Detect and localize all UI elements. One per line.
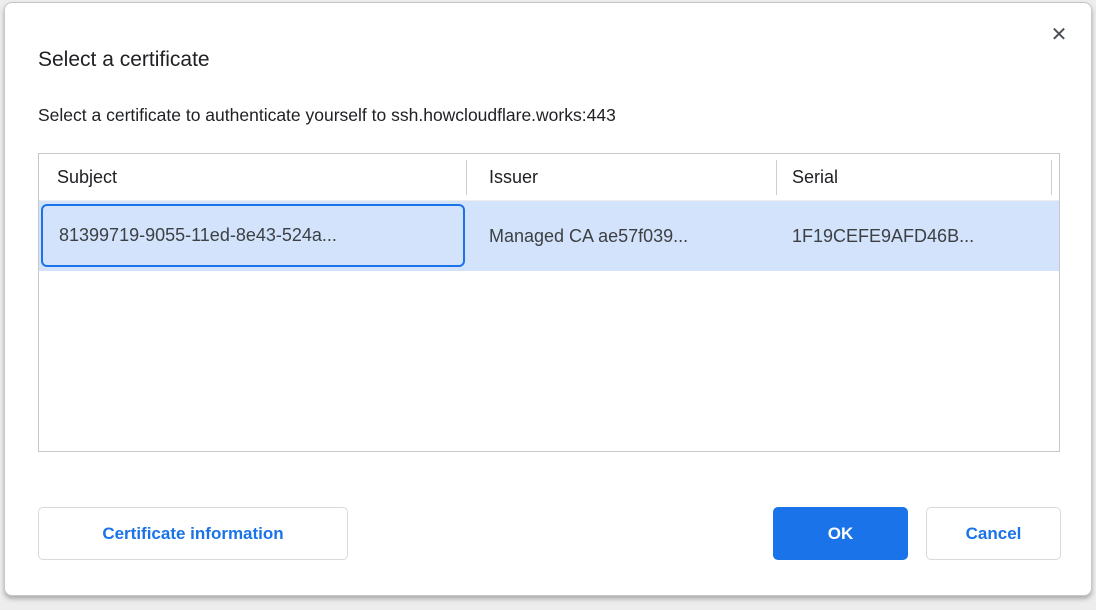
cell-issuer-value: Managed CA ae57f039... <box>489 201 688 271</box>
column-header-subject: Subject <box>57 154 117 201</box>
column-divider <box>466 160 467 195</box>
certificate-table: Subject Issuer Serial 81399719-9055-11ed… <box>38 153 1060 452</box>
dialog-subtitle: Select a certificate to authenticate you… <box>38 105 616 126</box>
dialog-title: Select a certificate <box>38 48 210 72</box>
close-icon[interactable]: ✕ <box>1045 21 1073 49</box>
column-divider <box>776 160 777 195</box>
column-header-issuer: Issuer <box>489 154 538 201</box>
certificate-information-button[interactable]: Certificate information <box>38 507 348 560</box>
close-icon-glyph: ✕ <box>1051 21 1068 49</box>
ok-button[interactable]: OK <box>773 507 908 560</box>
table-header-row: Subject Issuer Serial <box>39 154 1059 201</box>
certificate-select-dialog: ✕ Select a certificate Select a certific… <box>4 2 1092 596</box>
cell-subject-focused[interactable]: 81399719-9055-11ed-8e43-524a... <box>41 204 465 267</box>
certificate-information-label: Certificate information <box>102 524 283 544</box>
cancel-button[interactable]: Cancel <box>926 507 1061 560</box>
column-header-serial: Serial <box>792 154 838 201</box>
table-row-certificate-selected[interactable]: 81399719-9055-11ed-8e43-524a... Managed … <box>39 201 1059 271</box>
column-divider <box>1051 160 1052 195</box>
cell-subject-value: 81399719-9055-11ed-8e43-524a... <box>43 225 337 246</box>
cell-serial-value: 1F19CEFE9AFD46B... <box>792 201 974 271</box>
ok-label: OK <box>828 524 854 544</box>
cancel-label: Cancel <box>966 524 1022 544</box>
